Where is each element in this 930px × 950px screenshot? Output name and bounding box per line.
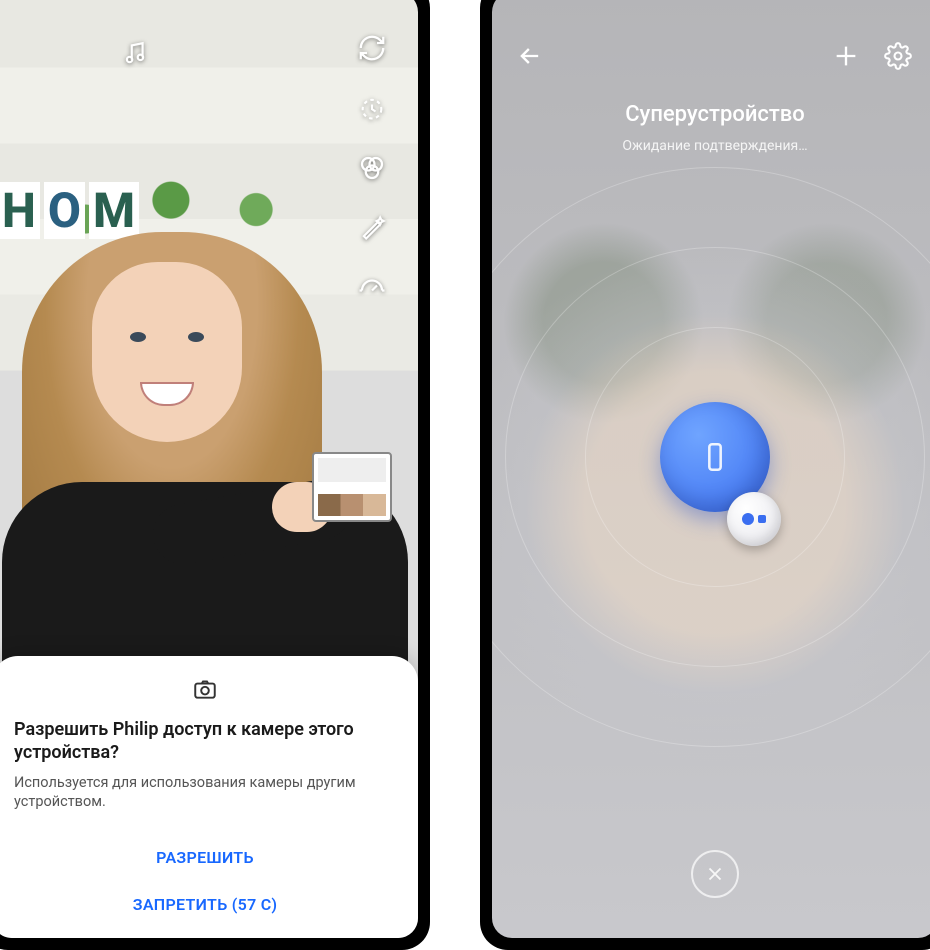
phone-right-screen: Суперустройство Ожидание подтверждения… <box>492 0 930 938</box>
phone-left-frame: HOM <box>0 0 430 950</box>
permission-title: Разрешить Philip доступ к камере этого у… <box>14 718 396 765</box>
camera-viewfinder: HOM <box>0 0 418 938</box>
speed-icon[interactable] <box>356 272 388 304</box>
gear-icon[interactable] <box>884 42 914 72</box>
deny-button[interactable]: ЗАПРЕТИТЬ (57 С) <box>14 881 396 928</box>
top-bar <box>492 42 930 72</box>
filters-icon[interactable] <box>356 152 388 184</box>
paired-device-node[interactable] <box>727 492 781 546</box>
page-title: Суперустройство <box>492 102 930 127</box>
status-text: Ожидание подтверждения… <box>492 138 930 154</box>
phone-left-screen: HOM <box>0 0 418 938</box>
phone-right-frame: Суперустройство Ожидание подтверждения… <box>480 0 930 950</box>
camera-toolbar <box>356 32 388 304</box>
makeup-palette-prop <box>312 452 392 522</box>
back-icon[interactable] <box>516 42 546 72</box>
close-icon[interactable] <box>691 850 739 898</box>
camera-icon <box>14 676 396 706</box>
swap-camera-icon[interactable] <box>356 32 388 64</box>
super-device-screen: Суперустройство Ожидание подтверждения… <box>492 0 930 938</box>
timer-icon[interactable] <box>356 92 388 124</box>
camera-permission-sheet: Разрешить Philip доступ к камере этого у… <box>0 656 418 938</box>
music-icon[interactable] <box>122 40 148 70</box>
magic-wand-icon[interactable] <box>356 212 388 244</box>
add-icon[interactable] <box>832 42 862 72</box>
permission-description: Используется для использования камеры др… <box>14 773 396 812</box>
allow-button[interactable]: РАЗРЕШИТЬ <box>14 834 396 881</box>
